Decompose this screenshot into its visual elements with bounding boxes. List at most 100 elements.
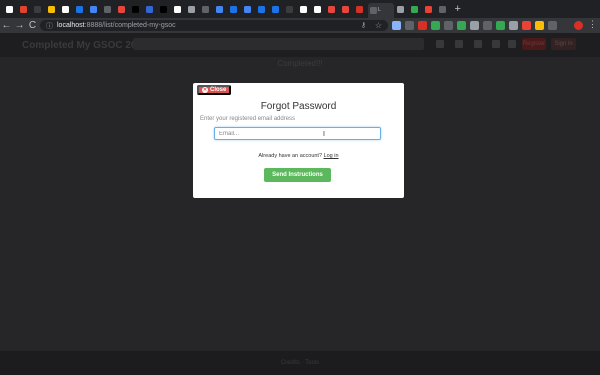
- extension-icon[interactable]: [418, 21, 427, 30]
- tab-favicon-icon: [272, 5, 279, 13]
- app-search-input[interactable]: [133, 38, 424, 50]
- browser-menu-icon[interactable]: ⋮: [588, 19, 597, 30]
- browser-tab[interactable]: [340, 3, 354, 16]
- browser-tab[interactable]: [158, 3, 172, 16]
- browser-tab[interactable]: [298, 3, 312, 16]
- email-label: Enter your registered email address: [200, 116, 296, 122]
- list-icon[interactable]: [474, 40, 482, 48]
- browser-tab-active[interactable]: L: [368, 3, 394, 18]
- tab-favicon-icon: [160, 5, 167, 13]
- browser-tab[interactable]: [88, 3, 102, 16]
- profile-avatar[interactable]: [574, 21, 583, 30]
- modal-title: Forgot Password: [260, 101, 337, 112]
- browser-tab[interactable]: [423, 3, 437, 16]
- browser-tab[interactable]: [116, 3, 130, 16]
- extension-icon[interactable]: [509, 21, 518, 30]
- browser-tab[interactable]: [144, 3, 158, 16]
- extension-icon[interactable]: [470, 21, 479, 30]
- browser-tab[interactable]: [214, 3, 228, 16]
- tab-favicon-icon: [34, 5, 41, 13]
- app-brand[interactable]: Completed My GSOC 2019: [22, 40, 148, 51]
- password-key-icon[interactable]: ⚷: [361, 21, 366, 30]
- extension-icon[interactable]: [522, 21, 531, 30]
- browser-tab[interactable]: [46, 3, 60, 16]
- browser-tab[interactable]: [130, 3, 144, 16]
- app-navbar: Completed My GSOC 2019 Register Sign in: [0, 33, 600, 57]
- browser-tab[interactable]: [172, 3, 186, 16]
- close-icon: ✕: [202, 87, 208, 93]
- tab-favicon-icon: [6, 5, 13, 13]
- tab-favicon-icon: [146, 5, 153, 13]
- tab-favicon-icon: [314, 5, 321, 13]
- address-bar[interactable]: ⓘ localhost :8888/list/completed-my-gsoc…: [40, 20, 388, 31]
- tab-title: L: [378, 7, 381, 13]
- tab-favicon-icon: [342, 5, 349, 13]
- tab-favicon-icon: [258, 5, 265, 13]
- browser-tab-strip: L +: [0, 0, 600, 18]
- page-heading: Completed!!!: [277, 59, 323, 68]
- tab-favicon-icon: [174, 5, 181, 13]
- tab-favicon-icon: [370, 7, 377, 14]
- browser-tab[interactable]: [312, 3, 326, 16]
- tab-favicon-icon: [90, 5, 97, 13]
- settings-icon[interactable]: [455, 40, 463, 48]
- notifications-icon[interactable]: [492, 40, 500, 48]
- tab-favicon-icon: [328, 5, 335, 13]
- send-instructions-button[interactable]: Send Instructions: [264, 168, 331, 182]
- browser-tab[interactable]: [437, 3, 451, 16]
- browser-tab[interactable]: [270, 3, 284, 16]
- extension-icon[interactable]: [405, 21, 414, 30]
- browser-tab[interactable]: [200, 3, 214, 16]
- browser-tab[interactable]: [242, 3, 256, 16]
- url-host: localhost: [57, 22, 85, 29]
- extension-icon[interactable]: [444, 21, 453, 30]
- back-icon[interactable]: ←: [0, 18, 13, 33]
- new-tab-button[interactable]: +: [455, 3, 461, 15]
- browser-tab[interactable]: [32, 3, 46, 16]
- browser-tab[interactable]: [256, 3, 270, 16]
- browser-tab[interactable]: [102, 3, 116, 16]
- browser-tab[interactable]: [228, 3, 242, 16]
- extension-icon[interactable]: [457, 21, 466, 30]
- register-button[interactable]: Register: [522, 38, 546, 50]
- tab-favicon-icon: [424, 5, 432, 13]
- close-button[interactable]: ✕ Close: [197, 85, 232, 95]
- page-footer: Credits · Tools: [0, 351, 600, 375]
- tab-favicon-icon: [230, 5, 237, 13]
- bookmark-star-icon[interactable]: ☆: [375, 21, 382, 30]
- user-icon[interactable]: [508, 40, 516, 48]
- browser-tab[interactable]: [395, 3, 409, 16]
- extension-icon[interactable]: [431, 21, 440, 30]
- home-icon[interactable]: [436, 40, 444, 48]
- login-prompt: Already have an account? Log in: [193, 153, 404, 159]
- extension-icon[interactable]: [535, 21, 544, 30]
- email-field[interactable]: [214, 127, 381, 140]
- tab-favicon-icon: [132, 5, 139, 13]
- browser-toolbar: ← → C ⓘ localhost :8888/list/completed-m…: [0, 18, 600, 33]
- tab-favicon-icon: [300, 5, 307, 13]
- browser-tab[interactable]: [4, 3, 18, 16]
- browser-tab[interactable]: [74, 3, 88, 16]
- browser-tab[interactable]: [60, 3, 74, 16]
- browser-tab[interactable]: [354, 3, 368, 16]
- signin-button[interactable]: Sign in: [551, 38, 576, 50]
- reload-icon[interactable]: C: [26, 18, 39, 33]
- browser-tab[interactable]: [284, 3, 298, 16]
- extension-icon[interactable]: [496, 21, 505, 30]
- browser-tab[interactable]: [18, 3, 32, 16]
- tab-favicon-icon: [216, 5, 223, 13]
- extension-icon[interactable]: [392, 21, 401, 30]
- tab-favicon-icon: [62, 5, 69, 13]
- info-icon[interactable]: ⓘ: [46, 21, 53, 31]
- extension-icon[interactable]: [548, 21, 557, 30]
- close-button-label: Close: [210, 87, 227, 93]
- browser-tab[interactable]: [186, 3, 200, 16]
- browser-tab[interactable]: [326, 3, 340, 16]
- login-link[interactable]: Log in: [324, 153, 339, 159]
- tab-favicon-icon: [244, 5, 251, 13]
- tab-favicon-icon: [438, 5, 446, 13]
- forward-icon[interactable]: →: [13, 18, 26, 33]
- tab-favicon-icon: [118, 5, 125, 13]
- extension-icon[interactable]: [483, 21, 492, 30]
- browser-tab[interactable]: [409, 3, 423, 16]
